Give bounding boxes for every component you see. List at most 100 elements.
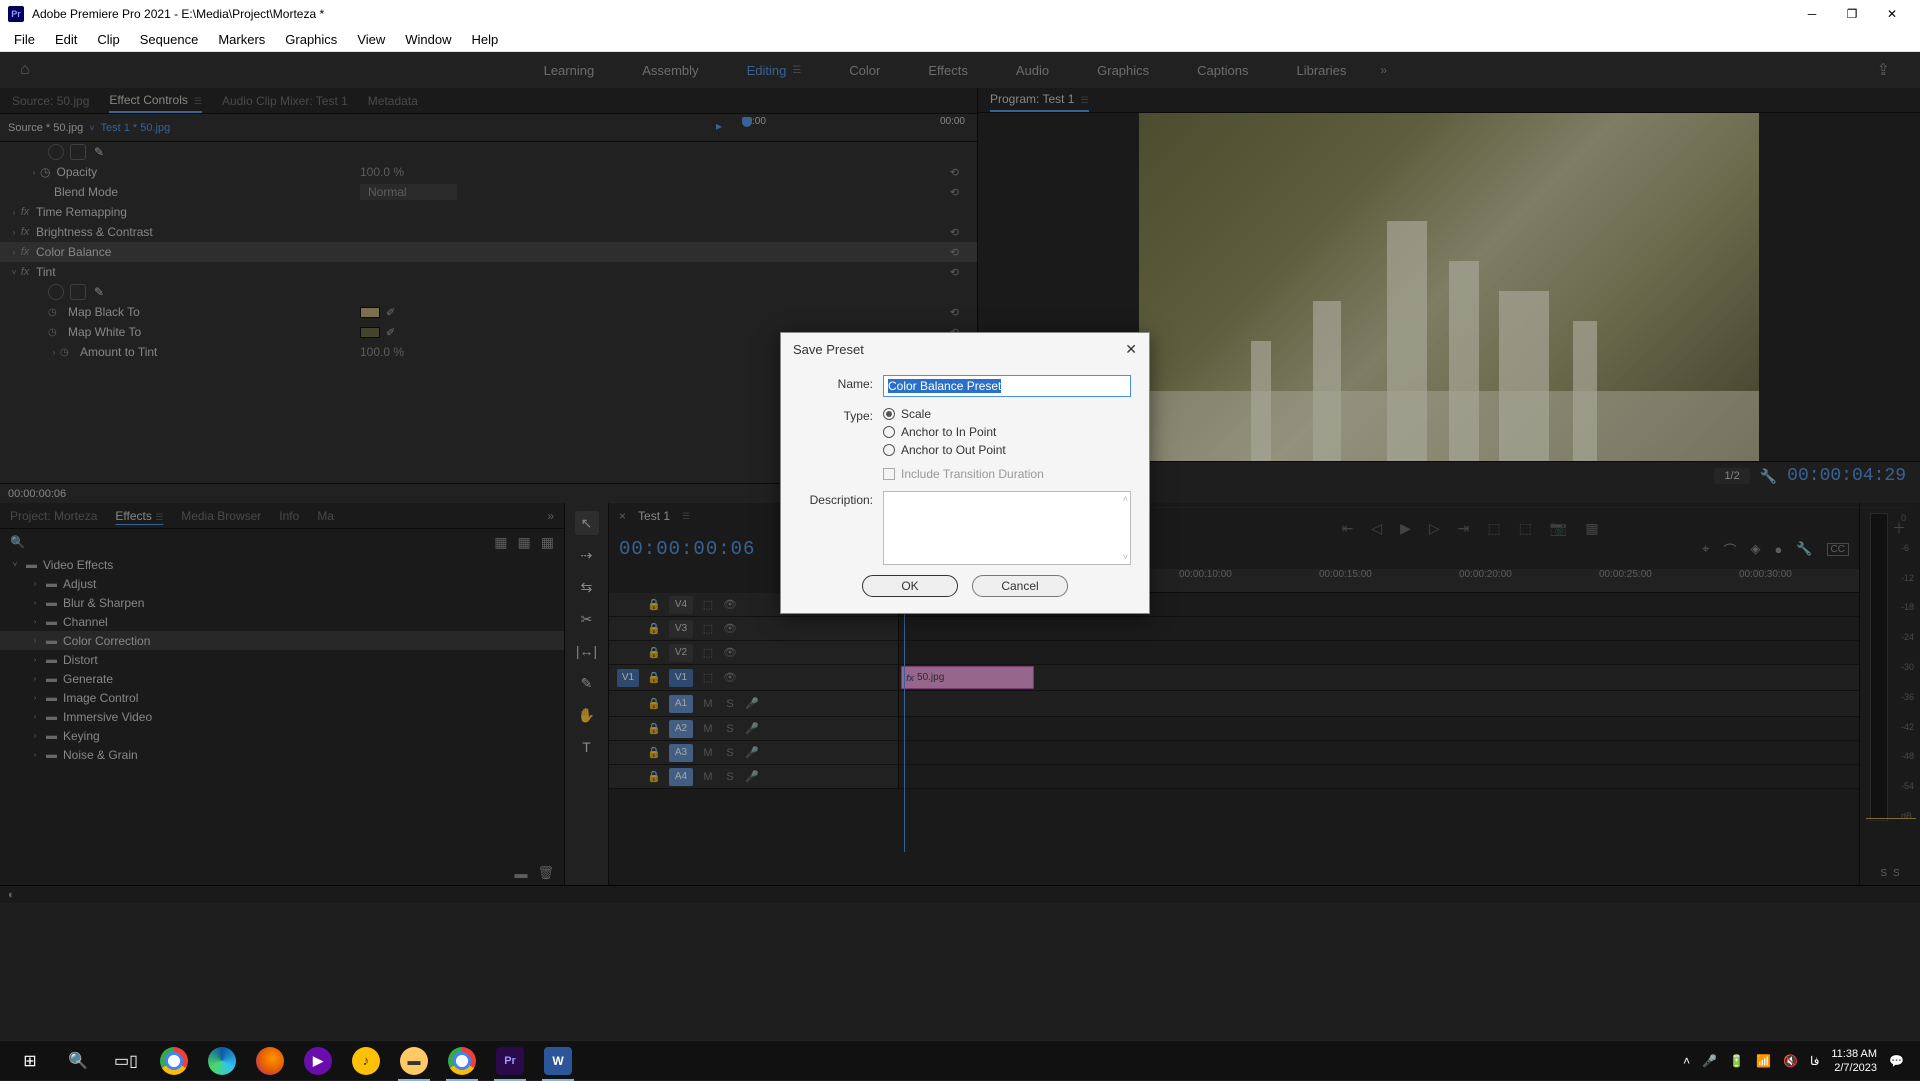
close-window-button[interactable]: ✕ [1872,0,1912,28]
type-tool[interactable]: T [575,735,599,759]
linked-selection-icon[interactable]: ⌒ [1723,540,1736,559]
hamburger-icon[interactable]: ☰ [1080,95,1088,105]
menu-file[interactable]: File [4,28,45,51]
blend-dropdown[interactable]: Normal [360,184,457,200]
slip-tool[interactable]: |↔| [575,639,599,663]
toggle-sync-icon[interactable]: ⬚ [701,622,715,635]
chevron-down-icon[interactable]: ˅ [8,268,20,277]
lock-icon[interactable]: 🔒 [647,697,661,710]
tab-info[interactable]: Info [279,509,299,523]
tray-clock[interactable]: 11:38 AM 2/7/2023 [1831,1047,1877,1075]
hamburger-icon[interactable]: ☰ [155,512,163,522]
chevron-right-icon[interactable]: › [30,655,40,664]
radio-anchor-in[interactable]: Anchor to In Point [883,425,1131,439]
chevron-right-icon[interactable]: › [30,598,40,607]
pen-mask-icon[interactable]: ✎ [94,285,104,299]
mute-icon[interactable]: M [701,747,715,759]
tree-folder[interactable]: ›▬Distort [0,650,564,669]
lock-icon[interactable]: 🔒 [647,598,661,611]
chevron-down-icon[interactable]: ˅ [10,560,20,569]
scroll-up-icon[interactable]: ˄ [1123,494,1128,504]
voice-icon[interactable]: 🎤 [745,722,759,735]
menu-window[interactable]: Window [395,28,461,51]
chevron-right-icon[interactable]: › [30,579,40,588]
checkbox-icon[interactable] [883,468,895,480]
track-label[interactable]: V3 [669,620,693,638]
hamburger-icon[interactable]: ☰ [682,511,690,522]
task-view-button[interactable]: ▭▯ [102,1041,150,1081]
cancel-button[interactable]: Cancel [972,575,1068,597]
tab-overflow[interactable]: Ma [317,509,334,523]
chevron-right-icon[interactable]: › [30,750,40,759]
voice-icon[interactable]: 🎤 [745,770,759,783]
fx-icon[interactable]: fx [20,246,30,258]
track-a1[interactable]: 🔒A1MS🎤 [609,691,1859,717]
clip[interactable]: fx50.jpg [901,666,1034,689]
ec-brightness[interactable]: › fx Brightness & Contrast ⟲ [0,222,977,242]
tab-program[interactable]: Program: Test 1☰ [990,88,1089,112]
timeline-timecode[interactable]: 00:00:00:06 [619,538,755,560]
start-button[interactable]: ⊞ [6,1041,54,1081]
tray-battery-icon[interactable]: 🔋 [1729,1054,1744,1068]
lock-icon[interactable]: 🔒 [647,746,661,759]
ws-captions[interactable]: Captions [1173,52,1272,88]
hamburger-icon[interactable]: ☰ [792,65,801,76]
solo-icon[interactable]: S [723,771,737,783]
ws-editing[interactable]: Editing☰ [723,52,826,88]
voice-icon[interactable]: 🎤 [745,697,759,710]
ok-button[interactable]: OK [862,575,958,597]
minimize-button[interactable]: ─ [1792,0,1832,28]
hamburger-icon[interactable]: ☰ [194,96,202,106]
tray-chevron-icon[interactable]: ˄ [1683,1054,1690,1068]
ec-color-balance[interactable]: › fx Color Balance ⟲ [0,242,977,262]
menu-view[interactable]: View [347,28,395,51]
toggle-output-icon[interactable]: 👁 [723,671,737,684]
reset-icon[interactable]: ⟲ [950,246,959,259]
taskbar-chrome-2[interactable] [438,1041,486,1081]
ws-assembly[interactable]: Assembly [618,52,722,88]
chevron-right-icon[interactable]: › [30,617,40,626]
play-icon[interactable]: ▸ [716,119,722,133]
rect-mask-icon[interactable] [70,284,86,300]
home-icon[interactable]: ⌂ [20,61,50,79]
description-textarea[interactable]: ˄˅ [883,491,1131,565]
tree-folder[interactable]: ›▬Generate [0,669,564,688]
eyedropper-icon[interactable]: ✐ [386,307,395,319]
trash-icon[interactable]: 🗑 [537,865,554,881]
marker-icon[interactable]: ◈ [1751,541,1761,557]
tree-folder-selected[interactable]: ›▬Color Correction [0,631,564,650]
ripple-edit-tool[interactable]: ⇆ [575,575,599,599]
taskbar-app-purple[interactable]: ▶ [294,1041,342,1081]
track-a2[interactable]: 🔒A2MS🎤 [609,717,1859,741]
taskbar-chrome[interactable] [150,1041,198,1081]
stopwatch-icon[interactable]: ◷ [40,165,50,179]
tab-media-browser[interactable]: Media Browser [181,509,261,523]
opacity-value[interactable]: 100.0 % [360,165,404,179]
wrench-icon[interactable]: 🔧 [1796,541,1812,557]
ec-tint[interactable]: ˅ fx Tint ⟲ [0,262,977,282]
tab-source[interactable]: Source: 50.jpg [12,90,89,112]
quick-export-icon[interactable]: ⇪ [1867,60,1900,80]
color-swatch-black[interactable] [360,307,380,318]
track-label[interactable]: V2 [669,644,693,662]
track-v2[interactable]: 🔒V2⬚👁 [609,641,1859,665]
cc-icon[interactable]: CC [1827,543,1849,556]
preset-name-input[interactable] [883,375,1131,397]
razor-tool[interactable]: ✂ [575,607,599,631]
menu-clip[interactable]: Clip [87,28,129,51]
chevron-right-icon[interactable]: › [30,636,40,645]
fx-icon[interactable]: fx [20,226,30,238]
reset-icon[interactable]: ⟲ [950,226,959,239]
reset-icon[interactable]: ⟲ [950,266,959,279]
close-tab-icon[interactable]: × [619,509,626,523]
taskbar-firefox[interactable] [246,1041,294,1081]
tree-folder[interactable]: ›▬Noise & Grain [0,745,564,764]
track-v3[interactable]: 🔒V3⬚👁 [609,617,1859,641]
scroll-down-icon[interactable]: ˅ [1123,552,1128,562]
tree-folder[interactable]: ›▬Immersive Video [0,707,564,726]
radio-scale[interactable]: Scale [883,407,1131,421]
radio-anchor-out[interactable]: Anchor to Out Point [883,443,1131,457]
track-select-tool[interactable]: ⇢ [575,543,599,567]
toggle-output-icon[interactable]: 👁 [723,598,737,611]
resolution-dropdown[interactable]: 1/2 [1714,468,1749,484]
